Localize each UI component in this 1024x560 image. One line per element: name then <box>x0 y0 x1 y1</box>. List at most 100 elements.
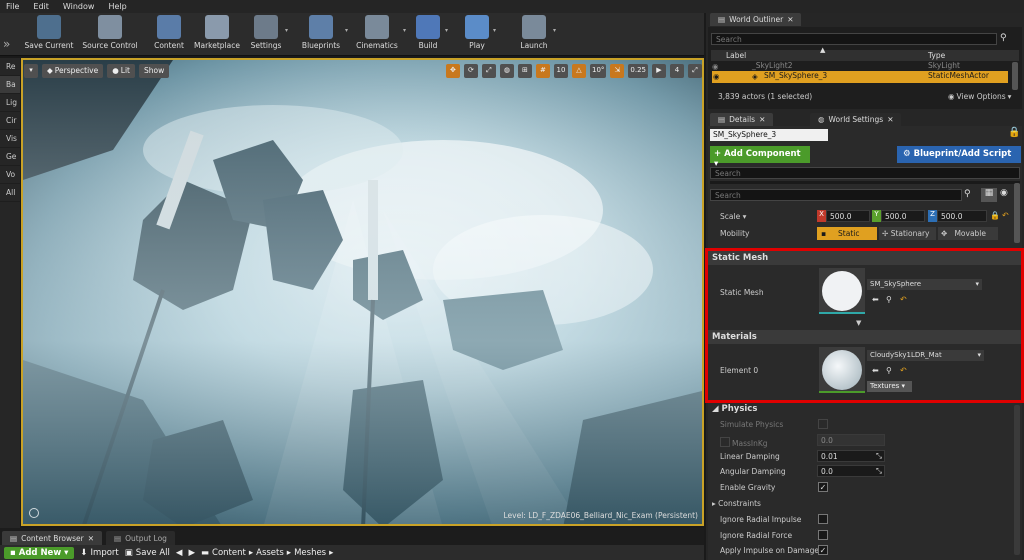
chevron-down-icon[interactable]: ▾ <box>445 27 448 34</box>
blueprints-button[interactable]: Blueprints ▾ <box>298 15 348 55</box>
build-button[interactable]: Build ▾ <box>412 15 448 55</box>
launch-button[interactable]: Launch ▾ <box>516 15 556 55</box>
mobility-stationary-button[interactable]: ✢ Stationary <box>879 227 936 240</box>
visibility-eye-icon[interactable]: ◉ <box>713 72 720 81</box>
physics-number-field[interactable]: 0.01 ⤡ <box>817 450 885 462</box>
physics-prop-label[interactable]: ▸ Constraints <box>712 499 761 508</box>
drag-spin-icon[interactable]: ⤡ <box>876 451 882 461</box>
mobility-movable-button[interactable]: ✥ Movable <box>938 227 998 240</box>
history-forward-icon[interactable]: ▶ <box>188 548 195 558</box>
chevron-down-icon[interactable]: ▾ <box>285 27 288 34</box>
scale-snap-value[interactable]: 0.25 <box>628 63 648 78</box>
menu-item-help[interactable]: Help <box>108 2 126 11</box>
chevron-down-icon[interactable]: ▾ <box>403 27 406 34</box>
rotate-icon[interactable]: ⟳ <box>463 63 478 78</box>
scale-snap-icon[interactable]: ⇲ <box>610 63 625 78</box>
menu-item-window[interactable]: Window <box>63 2 95 11</box>
translate-icon[interactable]: ✥ <box>445 63 460 78</box>
property-matrix-icon[interactable]: ▦ <box>981 188 997 202</box>
camera-speed-icon[interactable]: ▶ <box>652 63 666 78</box>
viewport-options-icon[interactable]: ▾ <box>24 63 38 78</box>
scale-icon[interactable]: ⤢ <box>481 63 496 78</box>
mode-tab[interactable]: Ba <box>0 76 20 94</box>
outliner-search-input[interactable]: Search <box>711 33 997 45</box>
tab-output-log[interactable]: ▤ Output Log <box>106 531 175 545</box>
cinematics-button[interactable]: Cinematics ▾ <box>352 15 406 55</box>
grid-snap-icon[interactable]: # <box>535 63 550 78</box>
blueprint-add-script-button[interactable]: ⚙ Blueprint/Add Script <box>897 146 1021 163</box>
mode-tab[interactable]: Re <box>0 58 20 76</box>
search-icon[interactable]: ⚲ <box>964 189 976 201</box>
mode-tab[interactable]: Ge <box>0 148 20 166</box>
marketplace-button[interactable]: Marketplace <box>192 15 242 55</box>
close-tab-icon[interactable]: ✕ <box>88 534 94 543</box>
chevron-down-icon[interactable]: ▾ <box>493 27 496 34</box>
mode-tab[interactable]: Lig <box>0 94 20 112</box>
maximize-viewport-icon[interactable]: ⤢ <box>688 63 702 78</box>
lit-button[interactable]: ● Lit <box>107 63 135 78</box>
camera-speed-value[interactable]: 4 <box>670 63 684 78</box>
breadcrumb-meshes[interactable]: Meshes <box>294 548 326 558</box>
massinkg-override-checkbox[interactable] <box>720 437 730 447</box>
breadcrumb-content[interactable]: Content <box>212 548 246 558</box>
source-control-button[interactable]: Source Control <box>80 15 140 55</box>
close-tab-icon[interactable]: ✕ <box>759 115 765 124</box>
lock-scale-icon[interactable]: 🔒 <box>990 211 1000 220</box>
outliner-scrollbar[interactable] <box>1012 62 1018 90</box>
components-search-input[interactable]: Search <box>710 167 1020 179</box>
drag-spin-icon[interactable]: ⤡ <box>876 466 882 476</box>
save-current-button[interactable]: Save Current <box>24 15 74 55</box>
actor-name-field[interactable]: SM_SkySphere_3 <box>710 129 828 141</box>
world-space-icon[interactable]: ◍ <box>499 63 514 78</box>
settings-button[interactable]: Settings ▾ <box>248 15 288 55</box>
grid-snap-value[interactable]: 10 <box>553 63 568 78</box>
tab-content-browser[interactable]: ▤ Content Browser ✕ <box>2 531 102 545</box>
menu-item-file[interactable]: File <box>6 2 19 11</box>
scale-z-field[interactable]: 500.0 <box>937 210 987 222</box>
mode-tab[interactable]: Vis <box>0 130 20 148</box>
physics-checkbox[interactable] <box>818 530 828 540</box>
eye-icon[interactable]: ◉ <box>1000 188 1014 202</box>
close-tab-icon[interactable]: ✕ <box>787 15 793 24</box>
add-component-button[interactable]: + Add Component ▾ <box>710 146 810 169</box>
physics-section-header[interactable]: ◢ Physics <box>712 404 757 414</box>
menu-item-edit[interactable]: Edit <box>33 2 49 11</box>
view-options-button[interactable]: ◉ View Options ▾ <box>948 92 1011 104</box>
details-scrollbar[interactable] <box>1014 183 1020 243</box>
physics-scrollbar[interactable] <box>1014 405 1020 555</box>
tab-world-settings[interactable]: ◍ World Settings ✕ <box>810 113 902 126</box>
history-back-icon[interactable]: ◀ <box>176 548 183 558</box>
scale-label[interactable]: Scale ▾ <box>720 212 746 221</box>
add-new-button[interactable]: ▪ Add New ▾ <box>4 546 75 559</box>
import-button[interactable]: ⬇ Import <box>80 548 118 558</box>
lock-icon[interactable]: 🔒 <box>1008 127 1020 141</box>
chevron-down-icon[interactable]: ▾ <box>345 27 348 34</box>
level-viewport[interactable] <box>21 58 704 526</box>
mobility-static-button[interactable]: ▪ Static <box>817 227 877 240</box>
scale-y-field[interactable]: 500.0 <box>881 210 925 222</box>
breadcrumb-assets[interactable]: Assets <box>256 548 284 558</box>
physics-checkbox[interactable] <box>818 514 828 524</box>
tab-details[interactable]: ▤ Details ✕ <box>710 113 774 126</box>
mode-tab[interactable]: Vo <box>0 166 20 184</box>
perspective-button[interactable]: ◆ Perspective <box>42 63 104 78</box>
chevron-down-icon[interactable]: ▾ <box>553 27 556 34</box>
physics-checkbox[interactable]: ✓ <box>818 482 828 492</box>
mode-tab[interactable]: All <box>0 184 20 202</box>
save-all-button[interactable]: ▣ Save All <box>125 548 170 558</box>
physics-number-field[interactable]: 0.0 <box>817 434 885 446</box>
tab-world-outliner[interactable]: ▤ World Outliner ✕ <box>710 13 802 26</box>
physics-number-field[interactable]: 0.0 ⤡ <box>817 465 885 477</box>
visibility-eye-icon[interactable]: ◉ <box>712 62 719 71</box>
rotation-snap-icon[interactable]: △ <box>571 63 586 78</box>
close-tab-icon[interactable]: ✕ <box>887 115 893 124</box>
surface-snap-icon[interactable]: ⊞ <box>517 63 532 78</box>
physics-checkbox[interactable]: ✓ <box>818 545 828 555</box>
search-icon[interactable]: ⚲ <box>1000 33 1012 45</box>
reset-to-default-icon[interactable]: ↶ <box>1002 211 1009 220</box>
rotation-snap-value[interactable]: 10° <box>589 63 607 78</box>
details-search-input[interactable]: Search <box>710 189 962 201</box>
outliner-row-selected[interactable]: ◉ ◈ SM_SkySphere_3 StaticMeshActor <box>712 71 1008 83</box>
toolbar-collapse-icon[interactable]: » <box>3 37 17 53</box>
play-button[interactable]: Play ▾ <box>462 15 496 55</box>
